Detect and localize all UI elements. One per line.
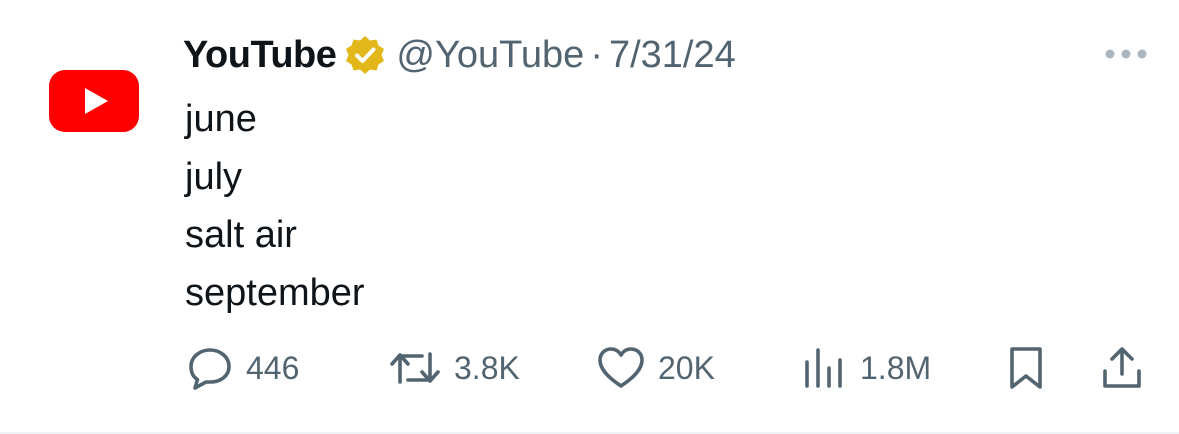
tweet-card[interactable]: YouTube @YouTube · 7/31/24 june july sal… bbox=[0, 0, 1179, 434]
tweet-header: YouTube @YouTube · 7/31/24 bbox=[183, 30, 736, 80]
meta-separator: · bbox=[590, 33, 603, 76]
views-button[interactable]: 1.8M bbox=[802, 340, 931, 396]
view-count: 1.8M bbox=[860, 349, 932, 386]
share-icon bbox=[1103, 347, 1141, 388]
like-button[interactable]: 20K bbox=[596, 340, 715, 396]
tweet-text-line: salt air bbox=[185, 214, 297, 256]
bookmark-button[interactable] bbox=[1007, 340, 1045, 396]
youtube-logo-icon bbox=[85, 88, 108, 114]
reply-count: 446 bbox=[246, 349, 300, 386]
gold-verified-badge-icon[interactable] bbox=[344, 34, 386, 76]
share-button[interactable] bbox=[1100, 340, 1144, 396]
analytics-bars-icon bbox=[805, 348, 842, 388]
tweet-text-line: june bbox=[185, 98, 257, 140]
tweet-text-line: september bbox=[185, 272, 365, 314]
reply-bubble-icon bbox=[189, 348, 231, 390]
repost-count: 3.8K bbox=[454, 349, 520, 386]
tweet-actions-bar: 446 3.8K 20K 1.8M bbox=[0, 340, 1179, 396]
repost-icon bbox=[390, 352, 440, 384]
tweet-text: june july salt air september bbox=[185, 90, 365, 322]
more-options-button[interactable] bbox=[1103, 36, 1149, 72]
tweet-text-line: july bbox=[185, 156, 243, 198]
bookmark-icon bbox=[1010, 347, 1042, 389]
repost-button[interactable]: 3.8K bbox=[388, 340, 520, 396]
tweet-date[interactable]: 7/31/24 bbox=[609, 34, 736, 77]
reply-button[interactable]: 446 bbox=[186, 340, 299, 396]
author-display-name[interactable]: YouTube bbox=[183, 34, 337, 77]
youtube-avatar[interactable] bbox=[49, 70, 139, 132]
author-handle[interactable]: @YouTube bbox=[396, 34, 584, 77]
like-count: 20K bbox=[658, 349, 715, 386]
more-dots-icon bbox=[1105, 49, 1147, 59]
heart-icon bbox=[598, 347, 644, 388]
